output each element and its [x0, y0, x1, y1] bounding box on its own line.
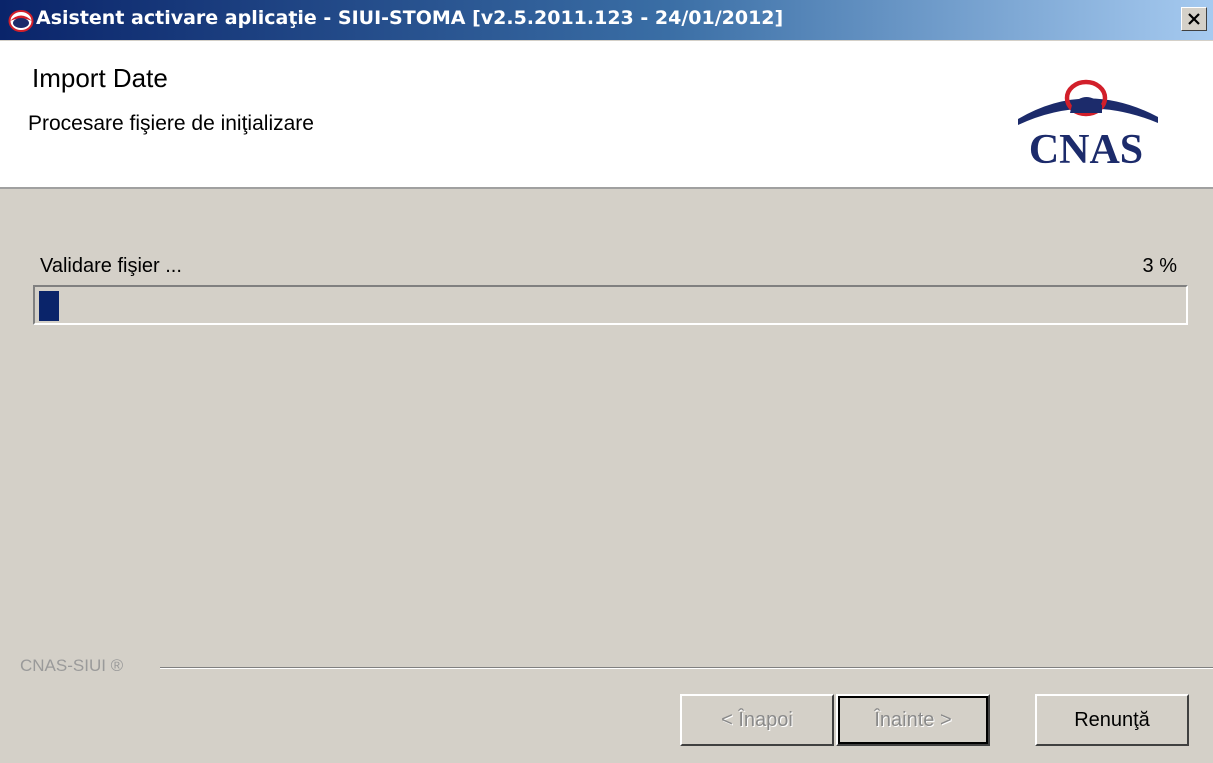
- footer-brand: CNAS-SIUI ®: [20, 656, 124, 675]
- page-subtitle: Procesare fişiere de iniţializare: [28, 112, 314, 135]
- import-progress-bar: [33, 285, 1188, 325]
- progress-block: [39, 291, 59, 321]
- wizard-window: Asistent activare aplicaţie - SIUI-STOMA…: [0, 0, 1213, 763]
- next-button[interactable]: Înainte >: [836, 694, 990, 746]
- back-button[interactable]: < Înapoi: [680, 694, 834, 746]
- cnas-app-icon: [8, 10, 34, 32]
- window-title: Asistent activare aplicaţie - SIUI-STOMA…: [36, 7, 784, 29]
- footer-divider: [160, 667, 1213, 669]
- cancel-button[interactable]: Renunţă: [1035, 694, 1189, 746]
- progress-status-text: Validare fişier ...: [40, 255, 182, 277]
- progress-fill: [39, 291, 59, 321]
- progress-percent-text: 3 %: [1142, 255, 1177, 277]
- title-bar[interactable]: Asistent activare aplicaţie - SIUI-STOMA…: [0, 0, 1213, 41]
- svg-text:CNAS: CNAS: [1029, 127, 1143, 171]
- page-title: Import Date: [32, 63, 168, 93]
- wizard-header: Import Date Procesare fişiere de iniţial…: [0, 41, 1213, 189]
- close-button[interactable]: [1181, 7, 1207, 31]
- cnas-logo: CNAS: [1018, 79, 1158, 171]
- close-icon: [1188, 13, 1200, 25]
